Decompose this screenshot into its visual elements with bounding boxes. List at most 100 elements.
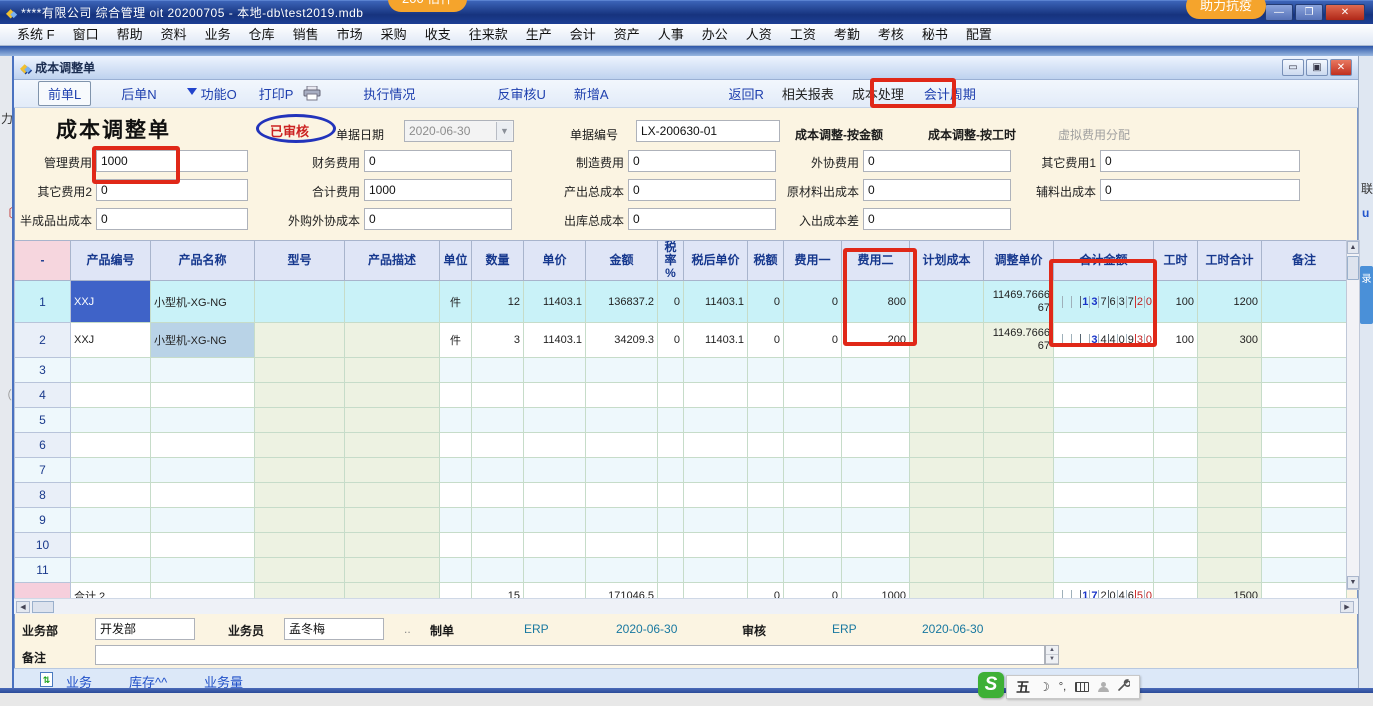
cell-adjprice[interactable]: 11469.766667	[984, 281, 1054, 323]
cell-hours_total[interactable]	[1198, 383, 1262, 408]
cell-taxprice[interactable]	[684, 558, 748, 583]
cell-qty[interactable]	[472, 458, 524, 483]
cell-model[interactable]	[255, 323, 345, 358]
cell-taxrate[interactable]: 0	[658, 281, 684, 323]
cell-adjprice[interactable]: 11469.766667	[984, 323, 1054, 358]
cell-hours[interactable]: 100	[1154, 281, 1198, 323]
field-input-辅料出成本[interactable]: 0	[1100, 179, 1300, 201]
return-button[interactable]: 返回R	[729, 84, 764, 103]
cell-hours[interactable]	[1154, 508, 1198, 533]
mode-virtual-label[interactable]: 虚拟费用分配	[1058, 126, 1130, 143]
cell-qty[interactable]	[472, 483, 524, 508]
cell-name[interactable]	[151, 358, 255, 383]
cell-total[interactable]	[1054, 533, 1154, 558]
cell-desc[interactable]	[345, 281, 440, 323]
cell-hours_total[interactable]	[1198, 458, 1262, 483]
cell-qty[interactable]	[472, 533, 524, 558]
next-doc-button[interactable]: 后单N	[121, 84, 156, 103]
cell-name[interactable]: 小型机-XG-NG	[151, 323, 255, 358]
cell-name[interactable]	[151, 483, 255, 508]
cell-total[interactable]	[1054, 483, 1154, 508]
cell-note[interactable]	[1262, 358, 1347, 383]
cell-price[interactable]	[524, 458, 586, 483]
cell-hours_total[interactable]	[1198, 358, 1262, 383]
cell-hours_total[interactable]	[1198, 433, 1262, 458]
field-input-其它费用1[interactable]: 0	[1100, 150, 1300, 172]
refresh-doc-icon[interactable]: ⇅	[40, 672, 53, 687]
menu-item[interactable]: 采购	[372, 24, 416, 45]
unaudit-button[interactable]: 反审核U	[497, 84, 545, 103]
cell-adjprice[interactable]	[984, 533, 1054, 558]
cell-plancost[interactable]	[910, 533, 984, 558]
menu-item[interactable]: 仓库	[240, 24, 284, 45]
cell-model[interactable]	[255, 433, 345, 458]
column-header[interactable]: 税率 %	[658, 241, 684, 281]
column-header[interactable]: 型号	[255, 241, 345, 281]
mode-by-hours-label[interactable]: 成本调整-按工时	[928, 126, 1016, 143]
menu-item[interactable]: 销售	[284, 24, 328, 45]
cell-total[interactable]: 13763720	[1054, 281, 1154, 323]
cell-model[interactable]	[255, 558, 345, 583]
date-dropdown-icon[interactable]: ▼	[496, 122, 512, 140]
cell-total[interactable]	[1054, 383, 1154, 408]
cell-amount[interactable]	[586, 358, 658, 383]
floating-badge-right[interactable]: 助力抗疫	[1186, 0, 1266, 19]
ime-keyboard-icon[interactable]	[1075, 682, 1089, 692]
cell-hours_total[interactable]	[1198, 533, 1262, 558]
menu-item[interactable]: 考核	[869, 24, 913, 45]
cell-total[interactable]	[1054, 433, 1154, 458]
menu-item[interactable]: 会计	[561, 24, 605, 45]
date-input[interactable]: 2020-06-30 ▼	[404, 120, 514, 142]
remark-input[interactable]	[95, 645, 1045, 665]
cell-price[interactable]	[524, 483, 586, 508]
cell-fee2[interactable]	[842, 458, 910, 483]
cell-model[interactable]	[255, 358, 345, 383]
cell-plancost[interactable]	[910, 383, 984, 408]
cell-desc[interactable]	[345, 408, 440, 433]
cell-amount[interactable]: 136837.2	[586, 281, 658, 323]
cell-note[interactable]	[1262, 533, 1347, 558]
menu-item[interactable]: 帮助	[108, 24, 152, 45]
cell-taxprice[interactable]	[684, 408, 748, 433]
cell-fee2[interactable]	[842, 533, 910, 558]
cell-qty[interactable]	[472, 558, 524, 583]
field-input-外购外协成本[interactable]: 0	[364, 208, 512, 230]
cell-hours[interactable]: 100	[1154, 323, 1198, 358]
cell-fee2[interactable]	[842, 558, 910, 583]
menu-item[interactable]: 市场	[328, 24, 372, 45]
cell-hours[interactable]	[1154, 458, 1198, 483]
field-input-制造费用[interactable]: 0	[628, 150, 776, 172]
cell-taxprice[interactable]: 11403.1	[684, 323, 748, 358]
scroll-right-icon[interactable]: ▶	[1340, 601, 1354, 613]
cell-desc[interactable]	[345, 433, 440, 458]
scroll-left-icon[interactable]: ◀	[16, 601, 30, 613]
cell-desc[interactable]	[345, 458, 440, 483]
cell-model[interactable]	[255, 533, 345, 558]
cell-desc[interactable]	[345, 358, 440, 383]
cell-unit[interactable]	[440, 433, 472, 458]
cell-plancost[interactable]	[910, 508, 984, 533]
cell-plancost[interactable]	[910, 281, 984, 323]
cell-fee1[interactable]	[784, 408, 842, 433]
spinner-up-icon[interactable]: ▲	[1046, 646, 1058, 655]
cell-note[interactable]	[1262, 408, 1347, 433]
cell-hours_total[interactable]	[1198, 508, 1262, 533]
cell-code[interactable]	[71, 358, 151, 383]
cell-fee1[interactable]	[784, 458, 842, 483]
cell-hours[interactable]	[1154, 383, 1198, 408]
cell-price[interactable]	[524, 533, 586, 558]
cell-taxrate[interactable]	[658, 533, 684, 558]
cell-taxprice[interactable]	[684, 508, 748, 533]
field-input-管理费用[interactable]: 1000	[96, 150, 248, 172]
field-input-财务费用[interactable]: 0	[364, 150, 512, 172]
cell-note[interactable]	[1262, 558, 1347, 583]
cell-desc[interactable]	[345, 533, 440, 558]
cell-adjprice[interactable]	[984, 383, 1054, 408]
cell-fee1[interactable]	[784, 383, 842, 408]
cell-desc[interactable]	[345, 508, 440, 533]
column-header[interactable]: 计划成本	[910, 241, 984, 281]
field-input-外协费用[interactable]: 0	[863, 150, 1011, 172]
cell-fee1[interactable]	[784, 558, 842, 583]
cell-price[interactable]	[524, 358, 586, 383]
cell-amount[interactable]	[586, 533, 658, 558]
